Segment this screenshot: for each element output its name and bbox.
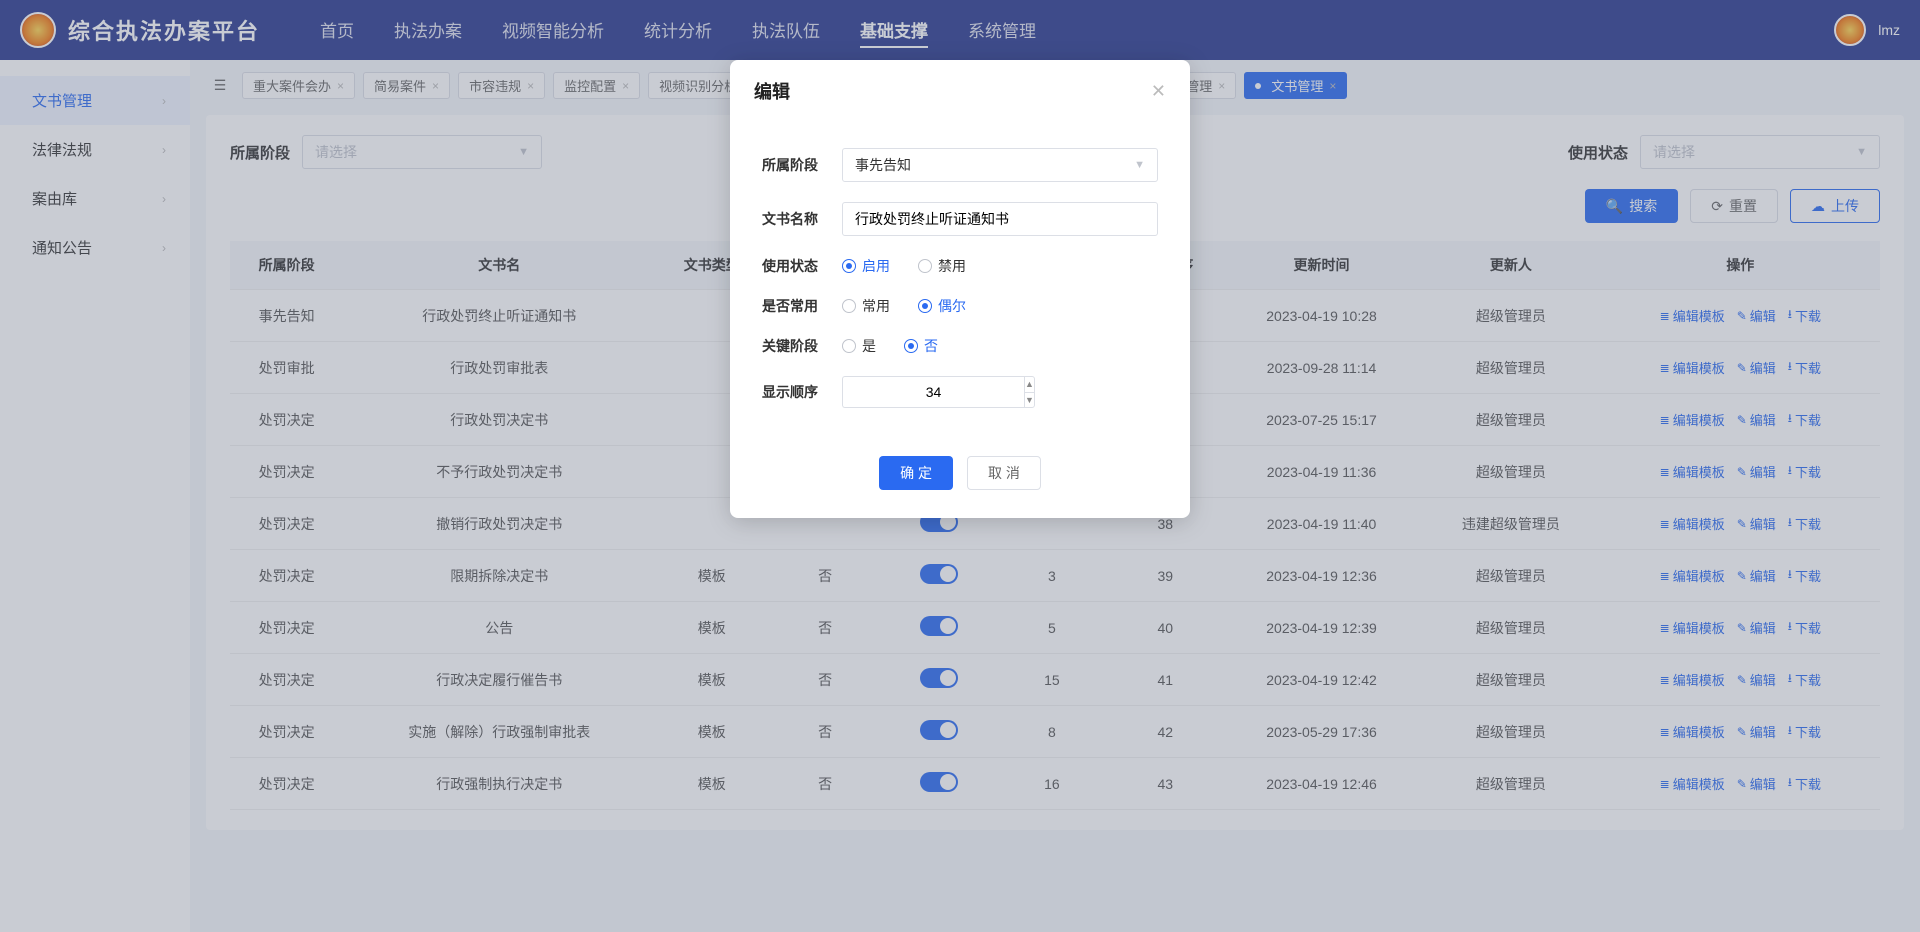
modal-header: 编辑 ✕ [730,60,1190,112]
field-stage-value: 事先告知 [855,155,911,175]
chevron-down-icon: ▼ [1134,159,1145,171]
radio-common-yes[interactable]: 常用 [842,296,890,316]
radio-status-enable-label: 启用 [862,256,890,276]
radio-icon [842,259,856,273]
radio-key-no-label: 否 [924,336,938,356]
field-stage-label: 所属阶段 [762,155,842,175]
modal-body: 所属阶段 事先告知 ▼ 文书名称 使用状态 [730,112,1190,436]
ok-button[interactable]: 确 定 [879,456,953,490]
radio-icon [904,339,918,353]
radio-icon [918,299,932,313]
radio-common-no-label: 偶尔 [938,296,966,316]
field-name-label: 文书名称 [762,209,842,229]
field-order-input[interactable] [842,376,1024,408]
radio-icon [918,259,932,273]
field-key-label: 关键阶段 [762,336,842,356]
cancel-button[interactable]: 取 消 [967,456,1041,490]
stepper-up-icon[interactable]: ▲ [1025,377,1034,393]
radio-key-yes[interactable]: 是 [842,336,876,356]
radio-common-yes-label: 常用 [862,296,890,316]
radio-icon [842,339,856,353]
radio-common-no[interactable]: 偶尔 [918,296,966,316]
modal-title: 编辑 [754,78,790,104]
modal-footer: 确 定 取 消 [730,436,1190,518]
close-icon[interactable]: ✕ [1151,81,1166,102]
edit-modal: 编辑 ✕ 所属阶段 事先告知 ▼ 文书名称 使用状态 [730,60,1190,518]
radio-status-disable[interactable]: 禁用 [918,256,966,276]
field-status-label: 使用状态 [762,256,842,276]
radio-key-no[interactable]: 否 [904,336,938,356]
radio-key-yes-label: 是 [862,336,876,356]
modal-mask[interactable]: 编辑 ✕ 所属阶段 事先告知 ▼ 文书名称 使用状态 [0,0,1920,932]
radio-icon [842,299,856,313]
stepper-down-icon[interactable]: ▼ [1025,393,1034,408]
field-stage-select[interactable]: 事先告知 ▼ [842,148,1158,182]
field-order-label: 显示顺序 [762,382,842,402]
field-common-label: 是否常用 [762,296,842,316]
radio-status-enable[interactable]: 启用 [842,256,890,276]
radio-status-disable-label: 禁用 [938,256,966,276]
field-order-stepper[interactable]: ▲ ▼ [842,376,1022,408]
field-name-input[interactable] [842,202,1158,236]
